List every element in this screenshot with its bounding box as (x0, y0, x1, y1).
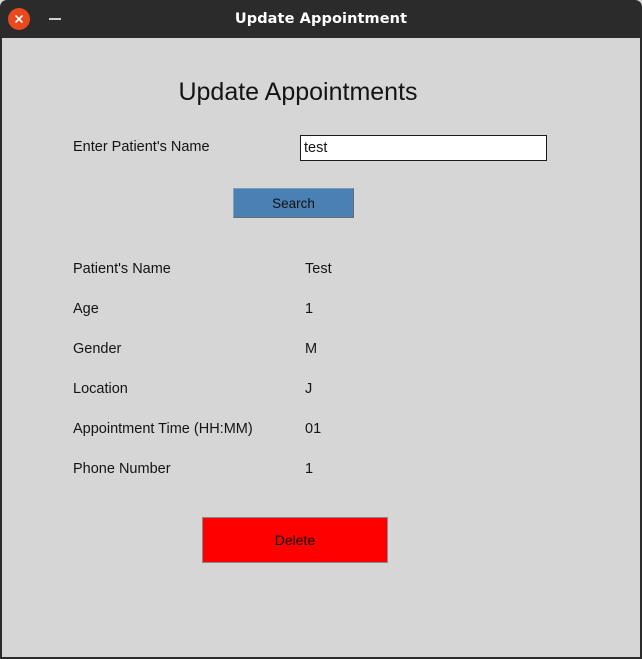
record-value: 1 (305, 461, 314, 477)
delete-button[interactable]: Delete (202, 517, 388, 563)
record-value: 01 (305, 421, 322, 437)
record-value: M (305, 341, 318, 357)
record-label: Age (73, 301, 99, 317)
patient-name-input[interactable] (300, 135, 547, 161)
record-value: J (305, 381, 313, 397)
title-bar: Update Appointment (0, 0, 642, 38)
patient-name-label: Enter Patient's Name (73, 139, 210, 155)
record-label: Gender (73, 341, 122, 357)
record-label: Patient's Name (73, 261, 171, 277)
record-value: Test (305, 261, 332, 277)
record-row: Appointment Time (HH:MM) 01 (2, 416, 594, 456)
patient-record-list: Patient's Name Test Age 1 Gender M Locat… (2, 256, 594, 496)
record-label: Appointment Time (HH:MM) (73, 421, 253, 437)
record-row: Patient's Name Test (2, 256, 594, 296)
record-row: Location J (2, 376, 594, 416)
record-row: Phone Number 1 (2, 456, 594, 496)
window-title: Update Appointment (234, 11, 408, 27)
record-row: Age 1 (2, 296, 594, 336)
search-button[interactable]: Search (233, 188, 354, 218)
record-row: Gender M (2, 336, 594, 376)
record-value: 1 (305, 301, 314, 317)
window-body: Update Appointments Enter Patient's Name… (0, 38, 642, 659)
application-window: Update Appointment Update Appointments E… (0, 0, 642, 659)
page-title: Update Appointments (178, 78, 418, 106)
record-label: Location (73, 381, 128, 397)
record-label: Phone Number (73, 461, 171, 477)
